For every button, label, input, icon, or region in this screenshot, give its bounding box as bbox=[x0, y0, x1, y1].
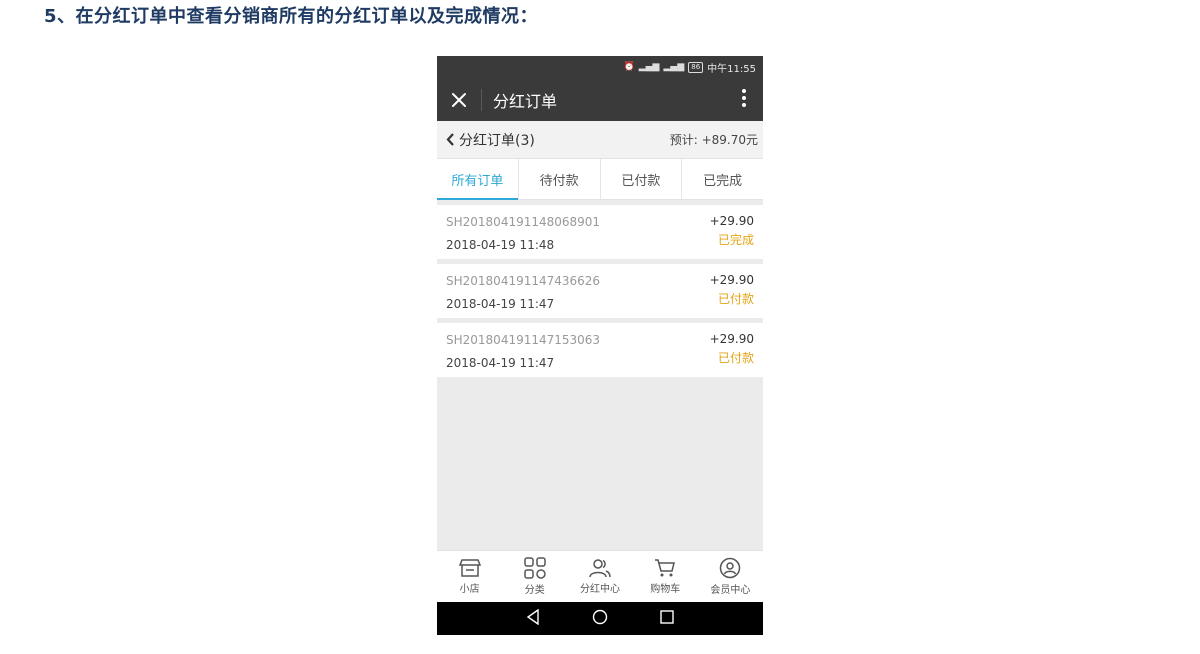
nav-recents-button[interactable] bbox=[660, 609, 674, 628]
phone-screen: ⏰ ▂▄▆ ▂▄▆ 86 中午11:55 分红订单 分红订单(3) 预计: +8… bbox=[437, 56, 763, 635]
back-button[interactable]: 分红订单(3) bbox=[446, 130, 535, 150]
nav-back-button[interactable] bbox=[526, 608, 540, 629]
order-amount: +29.90 bbox=[709, 332, 754, 346]
tab-pending-payment[interactable]: 待付款 bbox=[519, 159, 601, 199]
signal-icon-2: ▂▄▆ bbox=[663, 62, 685, 72]
bottom-tab-label: 购物车 bbox=[650, 584, 681, 595]
page-title: 分红订单 bbox=[493, 91, 558, 111]
alarm-icon: ⏰ bbox=[623, 62, 635, 72]
order-time: 2018-04-19 11:47 bbox=[446, 297, 555, 311]
document-heading: 5、在分红订单中查看分销商所有的分红订单以及完成情况： bbox=[44, 6, 539, 27]
order-number: SH201804191148068901 bbox=[446, 215, 601, 229]
more-menu-button[interactable] bbox=[741, 88, 747, 111]
tab-completed[interactable]: 已完成 bbox=[682, 159, 763, 199]
order-amount: +29.90 bbox=[709, 214, 754, 228]
order-amount: +29.90 bbox=[709, 273, 754, 287]
bottom-tab-category[interactable]: 分类 bbox=[502, 551, 567, 602]
order-status: 已付款 bbox=[717, 351, 754, 365]
category-grid-icon bbox=[524, 557, 546, 579]
list-item[interactable]: SH201804191147436626 2018-04-19 11:47 +2… bbox=[437, 264, 763, 318]
back-label: 分红订单(3) bbox=[459, 132, 535, 149]
title-bar: 分红订单 bbox=[437, 78, 763, 121]
users-icon bbox=[589, 559, 611, 578]
nav-home-button[interactable] bbox=[592, 609, 608, 629]
status-time: 中午11:55 bbox=[707, 63, 756, 75]
bottom-tab-label: 小店 bbox=[459, 584, 480, 595]
circle-home-icon bbox=[592, 609, 608, 624]
bottom-tab-member-center[interactable]: 会员中心 bbox=[698, 551, 763, 602]
more-vertical-icon bbox=[742, 89, 746, 107]
order-time: 2018-04-19 11:48 bbox=[446, 238, 555, 252]
status-bar: ⏰ ▂▄▆ ▂▄▆ 86 中午11:55 bbox=[437, 56, 763, 78]
order-status: 已付款 bbox=[717, 292, 754, 306]
bottom-tab-label: 分类 bbox=[524, 585, 545, 596]
list-item[interactable]: SH201804191147153063 2018-04-19 11:47 +2… bbox=[437, 323, 763, 377]
bottom-tab-cart[interactable]: 购物车 bbox=[633, 551, 698, 602]
order-time: 2018-04-19 11:47 bbox=[446, 356, 555, 370]
shop-icon bbox=[458, 559, 481, 577]
square-recents-icon bbox=[660, 610, 674, 624]
order-number: SH201804191147436626 bbox=[446, 274, 601, 288]
member-icon bbox=[720, 557, 741, 579]
bottom-tab-label: 分红中心 bbox=[580, 584, 620, 595]
order-list: SH201804191148068901 2018-04-19 11:48 +2… bbox=[437, 205, 763, 377]
order-number: SH201804191147153063 bbox=[446, 333, 601, 347]
estimated-earnings: 预计: +89.70元 bbox=[669, 133, 758, 147]
triangle-back-icon bbox=[526, 608, 539, 625]
list-item[interactable]: SH201804191148068901 2018-04-19 11:48 +2… bbox=[437, 205, 763, 259]
cart-icon bbox=[655, 559, 676, 577]
bottom-tab-bar: 小店 分类 分红中心 购物车 会员中心 bbox=[437, 550, 763, 602]
close-button[interactable] bbox=[437, 92, 481, 108]
tab-paid[interactable]: 已付款 bbox=[601, 159, 683, 199]
battery-indicator: 86 bbox=[688, 61, 704, 73]
bottom-tab-label: 会员中心 bbox=[710, 585, 751, 596]
title-divider bbox=[481, 88, 482, 111]
bottom-tab-shop[interactable]: 小店 bbox=[437, 551, 502, 602]
order-status: 已完成 bbox=[717, 233, 754, 247]
signal-icon: ▂▄▆ bbox=[638, 62, 660, 72]
tab-all-orders[interactable]: 所有订单 bbox=[437, 159, 519, 200]
bottom-tab-dividend-center[interactable]: 分红中心 bbox=[567, 551, 632, 602]
order-tabs: 所有订单 待付款 已付款 已完成 bbox=[437, 159, 763, 200]
chevron-left-icon bbox=[446, 133, 454, 146]
close-icon bbox=[452, 92, 466, 107]
sub-header: 分红订单(3) 预计: +89.70元 bbox=[437, 121, 763, 159]
android-nav-bar bbox=[437, 602, 763, 635]
